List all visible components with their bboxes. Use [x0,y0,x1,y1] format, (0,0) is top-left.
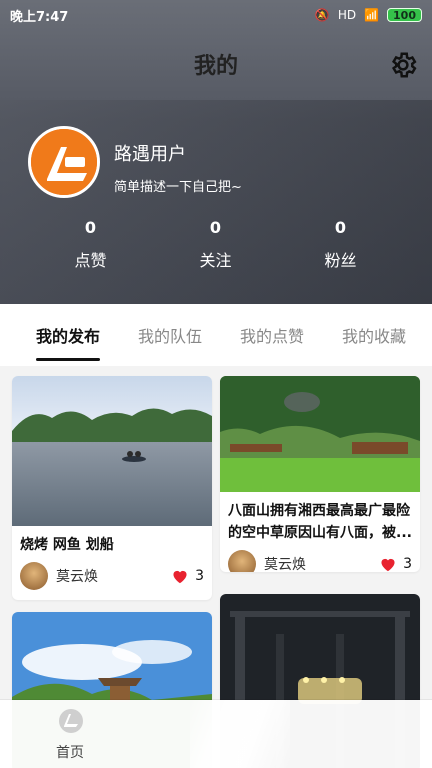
post-card[interactable]: 八面山拥有湘西最高最广最险的空中草原因山有八面，被... 莫云焕 3 [220,376,420,572]
settings-button[interactable] [388,50,418,80]
gear-icon [391,52,417,78]
post-title: 八面山拥有湘西最高最广最险的空中草原因山有八面，被... [228,503,412,541]
author-avatar[interactable] [20,562,48,590]
overlay-swipe-effect [190,700,290,768]
profile-tabs: 我的发布 我的队伍 我的点赞 我的收藏 [0,304,432,366]
active-tab-indicator [36,358,101,361]
status-time: 晚上7:47 [10,9,69,25]
author-name[interactable]: 莫云焕 [56,566,98,586]
tab-my-favorites[interactable]: 我的收藏 [342,323,406,347]
like-count: 3 [403,556,412,572]
stat-likes[interactable]: 0 点赞 [28,218,153,271]
stat-likes-value: 0 [84,218,97,237]
nav-home-button[interactable] [58,708,84,734]
tab-my-teams[interactable]: 我的队伍 [138,323,202,347]
author-avatar[interactable] [228,550,256,572]
status-icons: 🔕 HD 📶 100 [315,8,422,22]
tab-my-posts-label: 我的发布 [36,327,101,346]
post-image [12,376,212,526]
post-image [220,376,420,492]
author-name[interactable]: 莫云焕 [264,554,306,572]
post-title: 烧烤 网鱼 划船 [20,537,114,553]
heart-icon [381,558,395,572]
stat-likes-label: 点赞 [74,251,107,270]
heart-icon [173,570,187,584]
like-count: 3 [195,568,204,584]
mute-icon: 🔕 [314,8,330,22]
post-card[interactable]: 烧烤 网鱼 划船 莫云焕 3 [12,376,212,600]
stat-followers-label: 粉丝 [324,251,357,270]
tab-my-likes[interactable]: 我的点赞 [240,323,304,347]
stat-following-value: 0 [209,218,222,237]
username[interactable]: 路遇用户 [114,140,186,166]
stat-following-label: 关注 [199,251,232,270]
profile-stats: 0 点赞 0 关注 0 粉丝 [0,218,432,271]
nav-home-label[interactable]: 首页 [56,742,84,762]
network-label: HD [337,8,357,22]
tab-my-favorites-label: 我的收藏 [342,327,407,346]
tab-my-posts[interactable]: 我的发布 [36,323,101,361]
post-meta: 莫云焕 3 [220,544,420,572]
stat-followers-value: 0 [334,218,347,237]
user-bio[interactable]: 简单描述一下自己把~ [114,176,242,195]
stat-following[interactable]: 0 关注 [153,218,278,271]
app-logo-icon [59,709,83,733]
like-button[interactable]: 3 [379,556,412,572]
stat-followers[interactable]: 0 粉丝 [278,218,403,271]
status-bar: 晚上7:47 🔕 HD 📶 100 [0,0,432,30]
like-button[interactable]: 3 [171,568,204,584]
page-title: 我的 [193,54,238,79]
user-avatar[interactable] [28,126,100,198]
tab-my-teams-label: 我的队伍 [138,327,203,346]
battery-indicator: 100 [387,8,422,22]
post-meta: 莫云焕 3 [12,556,212,600]
tab-my-likes-label: 我的点赞 [240,327,305,346]
wifi-icon: 📶 [364,8,380,22]
